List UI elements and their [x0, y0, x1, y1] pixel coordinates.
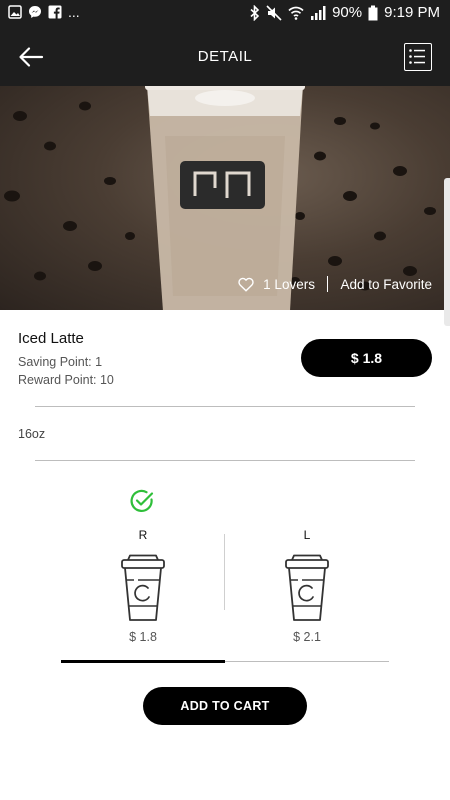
price-button[interactable]: $ 1.8 — [301, 339, 432, 377]
favorite-divider — [326, 276, 329, 292]
heart-icon[interactable] — [238, 277, 254, 292]
status-bar: ... 90% 9:19 PM — [0, 0, 450, 28]
size-option-r[interactable]: R $ 1.8 — [113, 528, 173, 644]
messenger-icon — [29, 6, 41, 18]
size-option-l[interactable]: L $ 2.1 — [277, 528, 337, 644]
clock: 9:19 PM — [384, 4, 440, 21]
page-title: DETAIL — [197, 48, 253, 65]
size-price: $ 2.1 — [293, 630, 321, 644]
size-tab-indicator — [61, 660, 225, 663]
product-name: Iced Latte — [18, 330, 84, 347]
status-right-icons: 90% 9:19 PM — [250, 4, 440, 21]
wifi-icon — [288, 6, 304, 20]
more-notifications: ... — [68, 4, 80, 20]
add-to-favorite-link[interactable]: Add to Favorite — [340, 277, 432, 292]
battery-percent: 90% — [332, 4, 363, 21]
saving-point: Saving Point: 1 — [18, 355, 103, 369]
app-bar: DETAIL — [0, 28, 450, 86]
selected-check-icon — [130, 489, 154, 512]
size-label: L — [303, 528, 311, 542]
size-separator — [224, 534, 225, 610]
bluetooth-icon — [250, 4, 260, 21]
favorite-bar: 1 Lovers Add to Favorite — [238, 276, 432, 292]
size-spec: 16oz — [18, 427, 46, 441]
list-menu-button[interactable] — [404, 43, 432, 71]
mute-icon — [266, 4, 282, 21]
signal-icon — [311, 5, 326, 20]
coffee-cup-icon — [121, 554, 165, 621]
coffee-cup-icon — [285, 554, 329, 621]
reward-point: Reward Point: 10 — [18, 373, 114, 387]
size-price: $ 1.8 — [129, 630, 157, 644]
side-drawer-handle[interactable] — [444, 178, 450, 326]
gallery-icon — [8, 5, 22, 19]
facebook-icon — [48, 5, 62, 19]
list-menu-icon — [409, 49, 425, 64]
add-to-cart-button[interactable]: ADD TO CART — [143, 687, 307, 725]
size-label: R — [138, 528, 148, 542]
product-hero-image: 1 Lovers Add to Favorite — [0, 86, 450, 310]
divider-top — [35, 406, 415, 407]
lovers-count: 1 Lovers — [263, 276, 315, 292]
divider-bottom — [35, 460, 415, 461]
battery-icon — [368, 5, 378, 20]
status-left-icons: ... — [8, 5, 80, 19]
